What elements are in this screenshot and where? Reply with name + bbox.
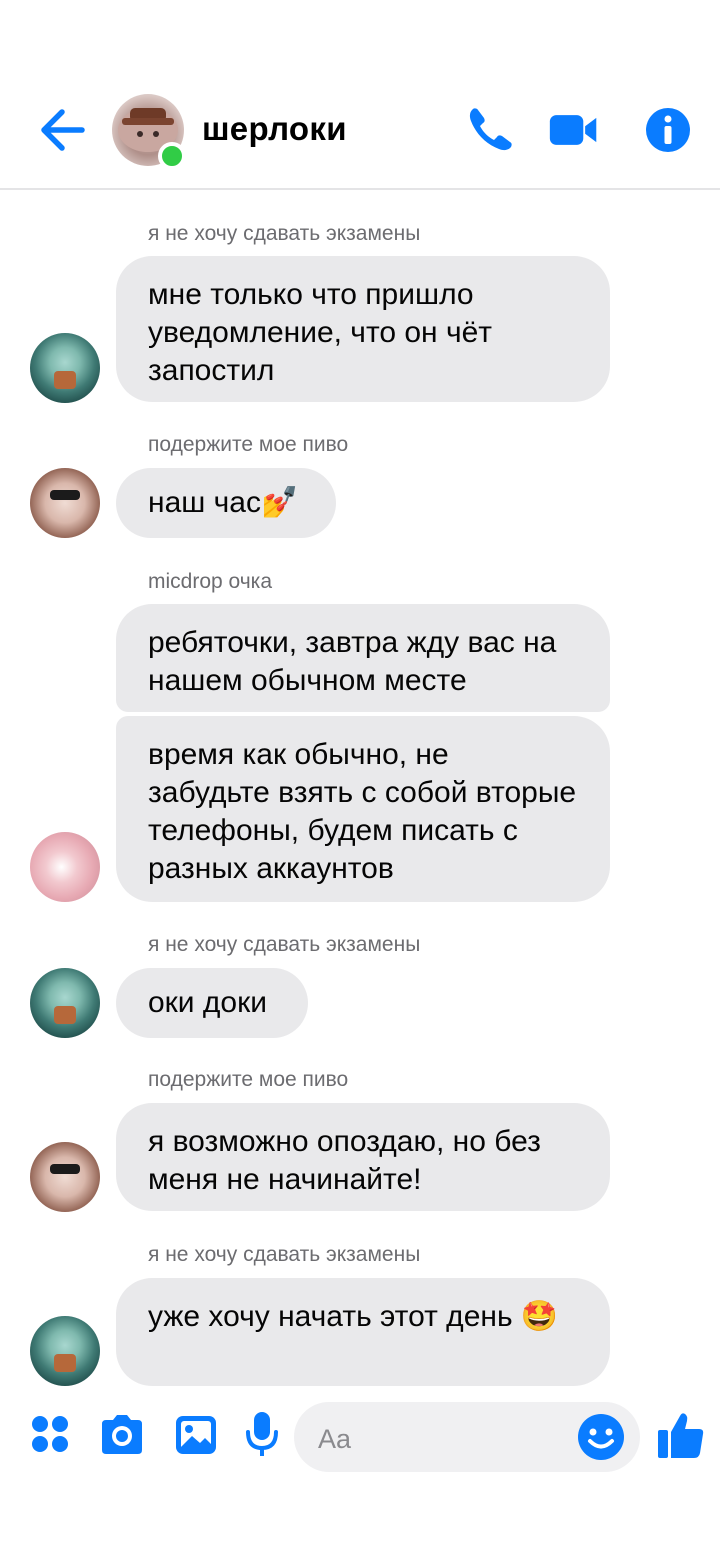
apps-icon[interactable]	[30, 1414, 70, 1454]
sender-avatar[interactable]	[30, 333, 100, 403]
chat-header: шерлоки	[0, 0, 720, 190]
back-arrow-icon[interactable]	[36, 106, 88, 154]
video-camera-icon[interactable]	[548, 104, 600, 156]
chat-title[interactable]: шерлоки	[202, 110, 347, 148]
gallery-icon[interactable]	[174, 1414, 218, 1456]
online-status-dot	[158, 142, 186, 170]
sender-name: подержите мое пиво	[148, 1068, 349, 1091]
microphone-icon[interactable]	[244, 1410, 280, 1460]
message-bubble[interactable]: ребяточки, завтра жду вас на нашем обычн…	[116, 604, 610, 712]
sender-avatar[interactable]	[30, 1142, 100, 1212]
sender-name: micdrop очка	[148, 570, 273, 593]
sender-avatar[interactable]	[30, 832, 100, 902]
message-bubble[interactable]: я возможно опоздаю, но без меня не начин…	[116, 1103, 610, 1211]
message-input-placeholder: Aa	[318, 1424, 352, 1454]
camera-icon[interactable]	[98, 1412, 146, 1456]
info-icon[interactable]	[642, 104, 694, 156]
sender-avatar[interactable]	[30, 968, 100, 1038]
sender-name: я не хочу сдавать экзамены	[148, 222, 421, 245]
sender-avatar[interactable]	[30, 468, 100, 538]
message-bubble[interactable]: оки доки	[116, 968, 308, 1038]
emoji-icon[interactable]	[576, 1412, 626, 1462]
like-icon[interactable]	[656, 1410, 706, 1460]
sender-avatar[interactable]	[30, 1316, 100, 1386]
sender-name: я не хочу сдавать экзамены	[148, 1243, 421, 1266]
message-bubble[interactable]: наш час💅	[116, 468, 336, 538]
message-bubble[interactable]: уже хочу начать этот день 🤩	[116, 1278, 610, 1386]
message-bubble[interactable]: мне только что пришло уведомление, что о…	[116, 256, 610, 402]
phone-icon[interactable]	[464, 104, 516, 156]
message-bubble[interactable]: время как обычно, не забудьте взять с со…	[116, 716, 610, 902]
sender-name: я не хочу сдавать экзамены	[148, 933, 421, 956]
sender-name: подержите мое пиво	[148, 433, 349, 456]
